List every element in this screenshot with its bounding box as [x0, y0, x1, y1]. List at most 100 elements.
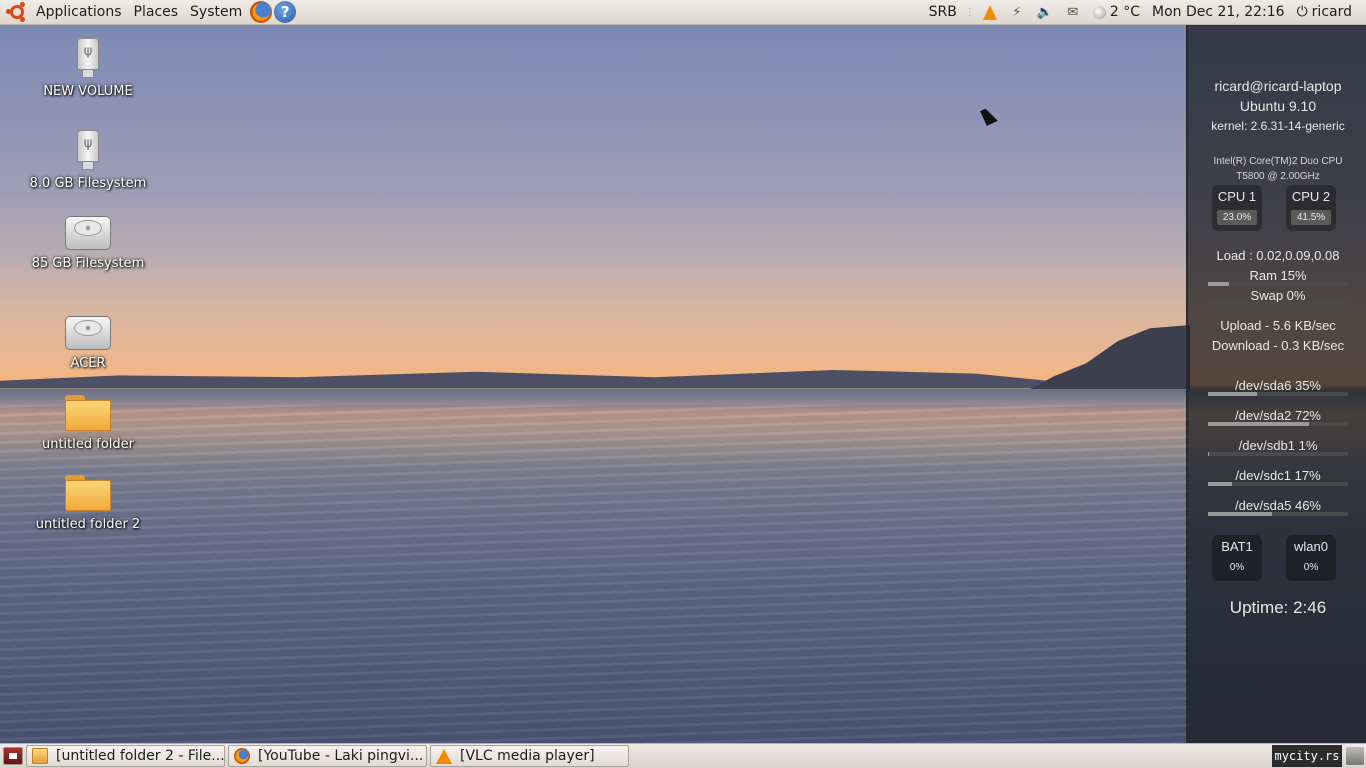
help-launcher-icon[interactable]: ? [274, 1, 297, 23]
desktop-icon-untitled-folder-2[interactable]: untitled folder 2 [18, 473, 158, 532]
desktop-icon-new-volume[interactable]: ψ NEW VOLUME [18, 38, 158, 99]
cpu1-label: CPU 1 [1217, 189, 1257, 204]
task-vlc[interactable]: [VLC media player] [430, 745, 629, 767]
usb-drive-icon: ψ [77, 130, 99, 170]
disk-bar [1208, 392, 1348, 396]
ram-bar [1208, 282, 1348, 286]
user-switcher[interactable]: ⏻ ricard [1291, 0, 1358, 24]
desktop-icon-8gb-filesystem[interactable]: ψ 8.0 GB Filesystem [18, 130, 158, 191]
clock[interactable]: Mon Dec 21, 22:16 [1146, 0, 1291, 24]
ram-bar-fill [1208, 282, 1229, 286]
battery-value: 0% [1229, 562, 1245, 573]
cpu1-value: 23.0% [1217, 210, 1257, 225]
disk-bar [1208, 452, 1348, 456]
disk-sda5: /dev/sda5 46% [1234, 498, 1321, 513]
cpu2-value: 41.5% [1291, 210, 1331, 225]
desktop-icon-label: 85 GB Filesystem [31, 256, 145, 271]
system-tray: SRB ⋮ ⚡ 🔈 ✉ 2 °C Mon Dec 21, 22:16 ⏻ ric… [923, 0, 1366, 24]
menu-applications[interactable]: Applications [30, 0, 128, 24]
main-menu: Applications Places System ? [0, 0, 297, 24]
task-firefox[interactable]: [YouTube - Laki pingvi... [228, 745, 427, 767]
folder-icon [65, 475, 111, 511]
os-version: Ubuntu 9.10 [1239, 98, 1317, 114]
desktop-icon-85gb-filesystem[interactable]: 85 GB Filesystem [18, 212, 158, 271]
desktop-icon-untitled-folder[interactable]: untitled folder [18, 393, 158, 452]
show-desktop-icon [9, 753, 17, 759]
disk-bar [1208, 422, 1348, 426]
download-speed: Download - 0.3 KB/sec [1211, 338, 1345, 353]
weather-indicator[interactable]: 2 °C [1087, 0, 1146, 24]
swap-bar [1208, 302, 1348, 306]
wlan-box: wlan0 0% [1286, 535, 1336, 581]
mail-icon[interactable]: ✉ [1059, 0, 1087, 24]
menu-system[interactable]: System [184, 0, 248, 24]
disk-sdc1: /dev/sdc1 17% [1235, 468, 1321, 483]
swap-usage: Swap 0% [1250, 288, 1306, 303]
desktop-icon-label: 8.0 GB Filesystem [29, 176, 147, 191]
battery-box: BAT1 0% [1212, 535, 1262, 581]
wlan-label: wlan0 [1294, 539, 1328, 554]
user-host: ricard@ricard-laptop [1214, 78, 1342, 94]
conky-system-monitor: ricard@ricard-laptop Ubuntu 9.10 kernel:… [1186, 25, 1366, 743]
wallpaper-headland [1030, 325, 1190, 389]
volume-icon[interactable]: 🔈 [1031, 0, 1059, 24]
task-label: [untitled folder 2 - File... [56, 748, 225, 764]
task-file-browser[interactable]: [untitled folder 2 - File... [26, 745, 225, 767]
firefox-icon [234, 748, 250, 764]
disk-bar-fill [1208, 392, 1257, 396]
show-desktop-button[interactable] [3, 747, 23, 765]
trash-icon[interactable] [1346, 747, 1364, 765]
wallpaper-mountains [0, 370, 1190, 388]
power-icon: ⏻ [1296, 4, 1308, 20]
hard-drive-icon [65, 316, 111, 350]
wallpaper-water [0, 405, 1190, 743]
folder-icon [65, 395, 111, 431]
cpu-model-line-2: T5800 @ 2.00GHz [1236, 171, 1320, 182]
battery-label: BAT1 [1221, 539, 1253, 554]
vlc-icon [436, 748, 452, 764]
desktop-icon-label: NEW VOLUME [43, 84, 133, 99]
disk-sda2: /dev/sda2 72% [1234, 408, 1321, 423]
hard-drive-icon [65, 216, 111, 250]
desktop[interactable]: ψ NEW VOLUME ψ 8.0 GB Filesystem 85 GB F… [0, 25, 1366, 743]
disk-bar [1208, 482, 1348, 486]
task-label: [YouTube - Laki pingvi... [258, 748, 424, 764]
folder-icon [32, 748, 48, 764]
cpu1-box: CPU 1 23.0% [1212, 185, 1262, 231]
uptime: Uptime: 2:46 [1229, 598, 1327, 617]
load-average: Load : 0.02,0.09,0.08 [1216, 248, 1340, 263]
network-icon[interactable]: ⚡ [1003, 0, 1031, 24]
cpu-model-line-1: Intel(R) Core(TM)2 Duo CPU [1213, 156, 1343, 167]
disk-bar-fill [1208, 452, 1210, 456]
task-label: [VLC media player] [460, 748, 595, 764]
bottom-panel: [untitled folder 2 - File... [YouTube - … [0, 743, 1366, 768]
disk-bar-fill [1208, 482, 1232, 486]
ubuntu-logo-icon[interactable] [6, 1, 28, 23]
tray-separator: ⋮ [964, 6, 975, 18]
upload-speed: Upload - 5.6 KB/sec [1220, 318, 1336, 333]
mouse-pointer-icon [980, 106, 998, 126]
cpu2-box: CPU 2 41.5% [1286, 185, 1336, 231]
usb-drive-icon: ψ [77, 38, 99, 78]
kernel-version: kernel: 2.6.31-14-generic [1211, 119, 1345, 133]
disk-sda6: /dev/sda6 35% [1234, 378, 1321, 393]
watermark: mycity.rs [1272, 745, 1342, 767]
menu-places[interactable]: Places [128, 0, 185, 24]
desktop-icon-acer[interactable]: ACER [18, 312, 158, 371]
weather-icon [1092, 5, 1106, 19]
disk-bar-fill [1208, 512, 1273, 516]
desktop-icon-label: ACER [70, 356, 106, 371]
desktop-icon-label: untitled folder [41, 437, 134, 452]
vlc-tray-icon[interactable] [977, 0, 1003, 24]
wlan-value: 0% [1303, 562, 1319, 573]
ram-usage: Ram 15% [1249, 268, 1307, 283]
temperature-text: 2 °C [1109, 4, 1141, 20]
firefox-launcher-icon[interactable] [250, 1, 273, 23]
desktop-icon-label: untitled folder 2 [35, 517, 141, 532]
user-name: ricard [1311, 4, 1352, 20]
disk-bar-fill [1208, 422, 1309, 426]
disk-sdb1: /dev/sdb1 1% [1238, 438, 1318, 453]
keyboard-layout-indicator[interactable]: SRB [923, 0, 963, 24]
top-panel: Applications Places System ? SRB ⋮ ⚡ 🔈 ✉… [0, 0, 1366, 25]
cpu2-label: CPU 2 [1291, 189, 1331, 204]
